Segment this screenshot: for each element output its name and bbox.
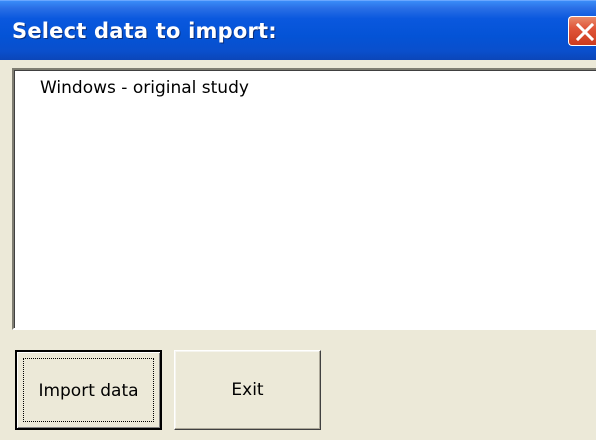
import-data-button-label: Import data bbox=[38, 381, 139, 401]
close-icon bbox=[575, 23, 595, 41]
exit-button-label: Exit bbox=[231, 380, 264, 400]
list-item[interactable]: Windows - original study bbox=[40, 78, 249, 98]
import-dialog: Select data to import: Windows - origina… bbox=[0, 0, 596, 440]
data-listbox[interactable]: Windows - original study bbox=[12, 68, 596, 330]
import-data-button[interactable]: Import data bbox=[15, 350, 162, 430]
dialog-title: Select data to import: bbox=[12, 19, 277, 43]
title-bar[interactable]: Select data to import: bbox=[0, 0, 596, 60]
close-button[interactable] bbox=[568, 16, 596, 46]
exit-button[interactable]: Exit bbox=[174, 350, 321, 430]
